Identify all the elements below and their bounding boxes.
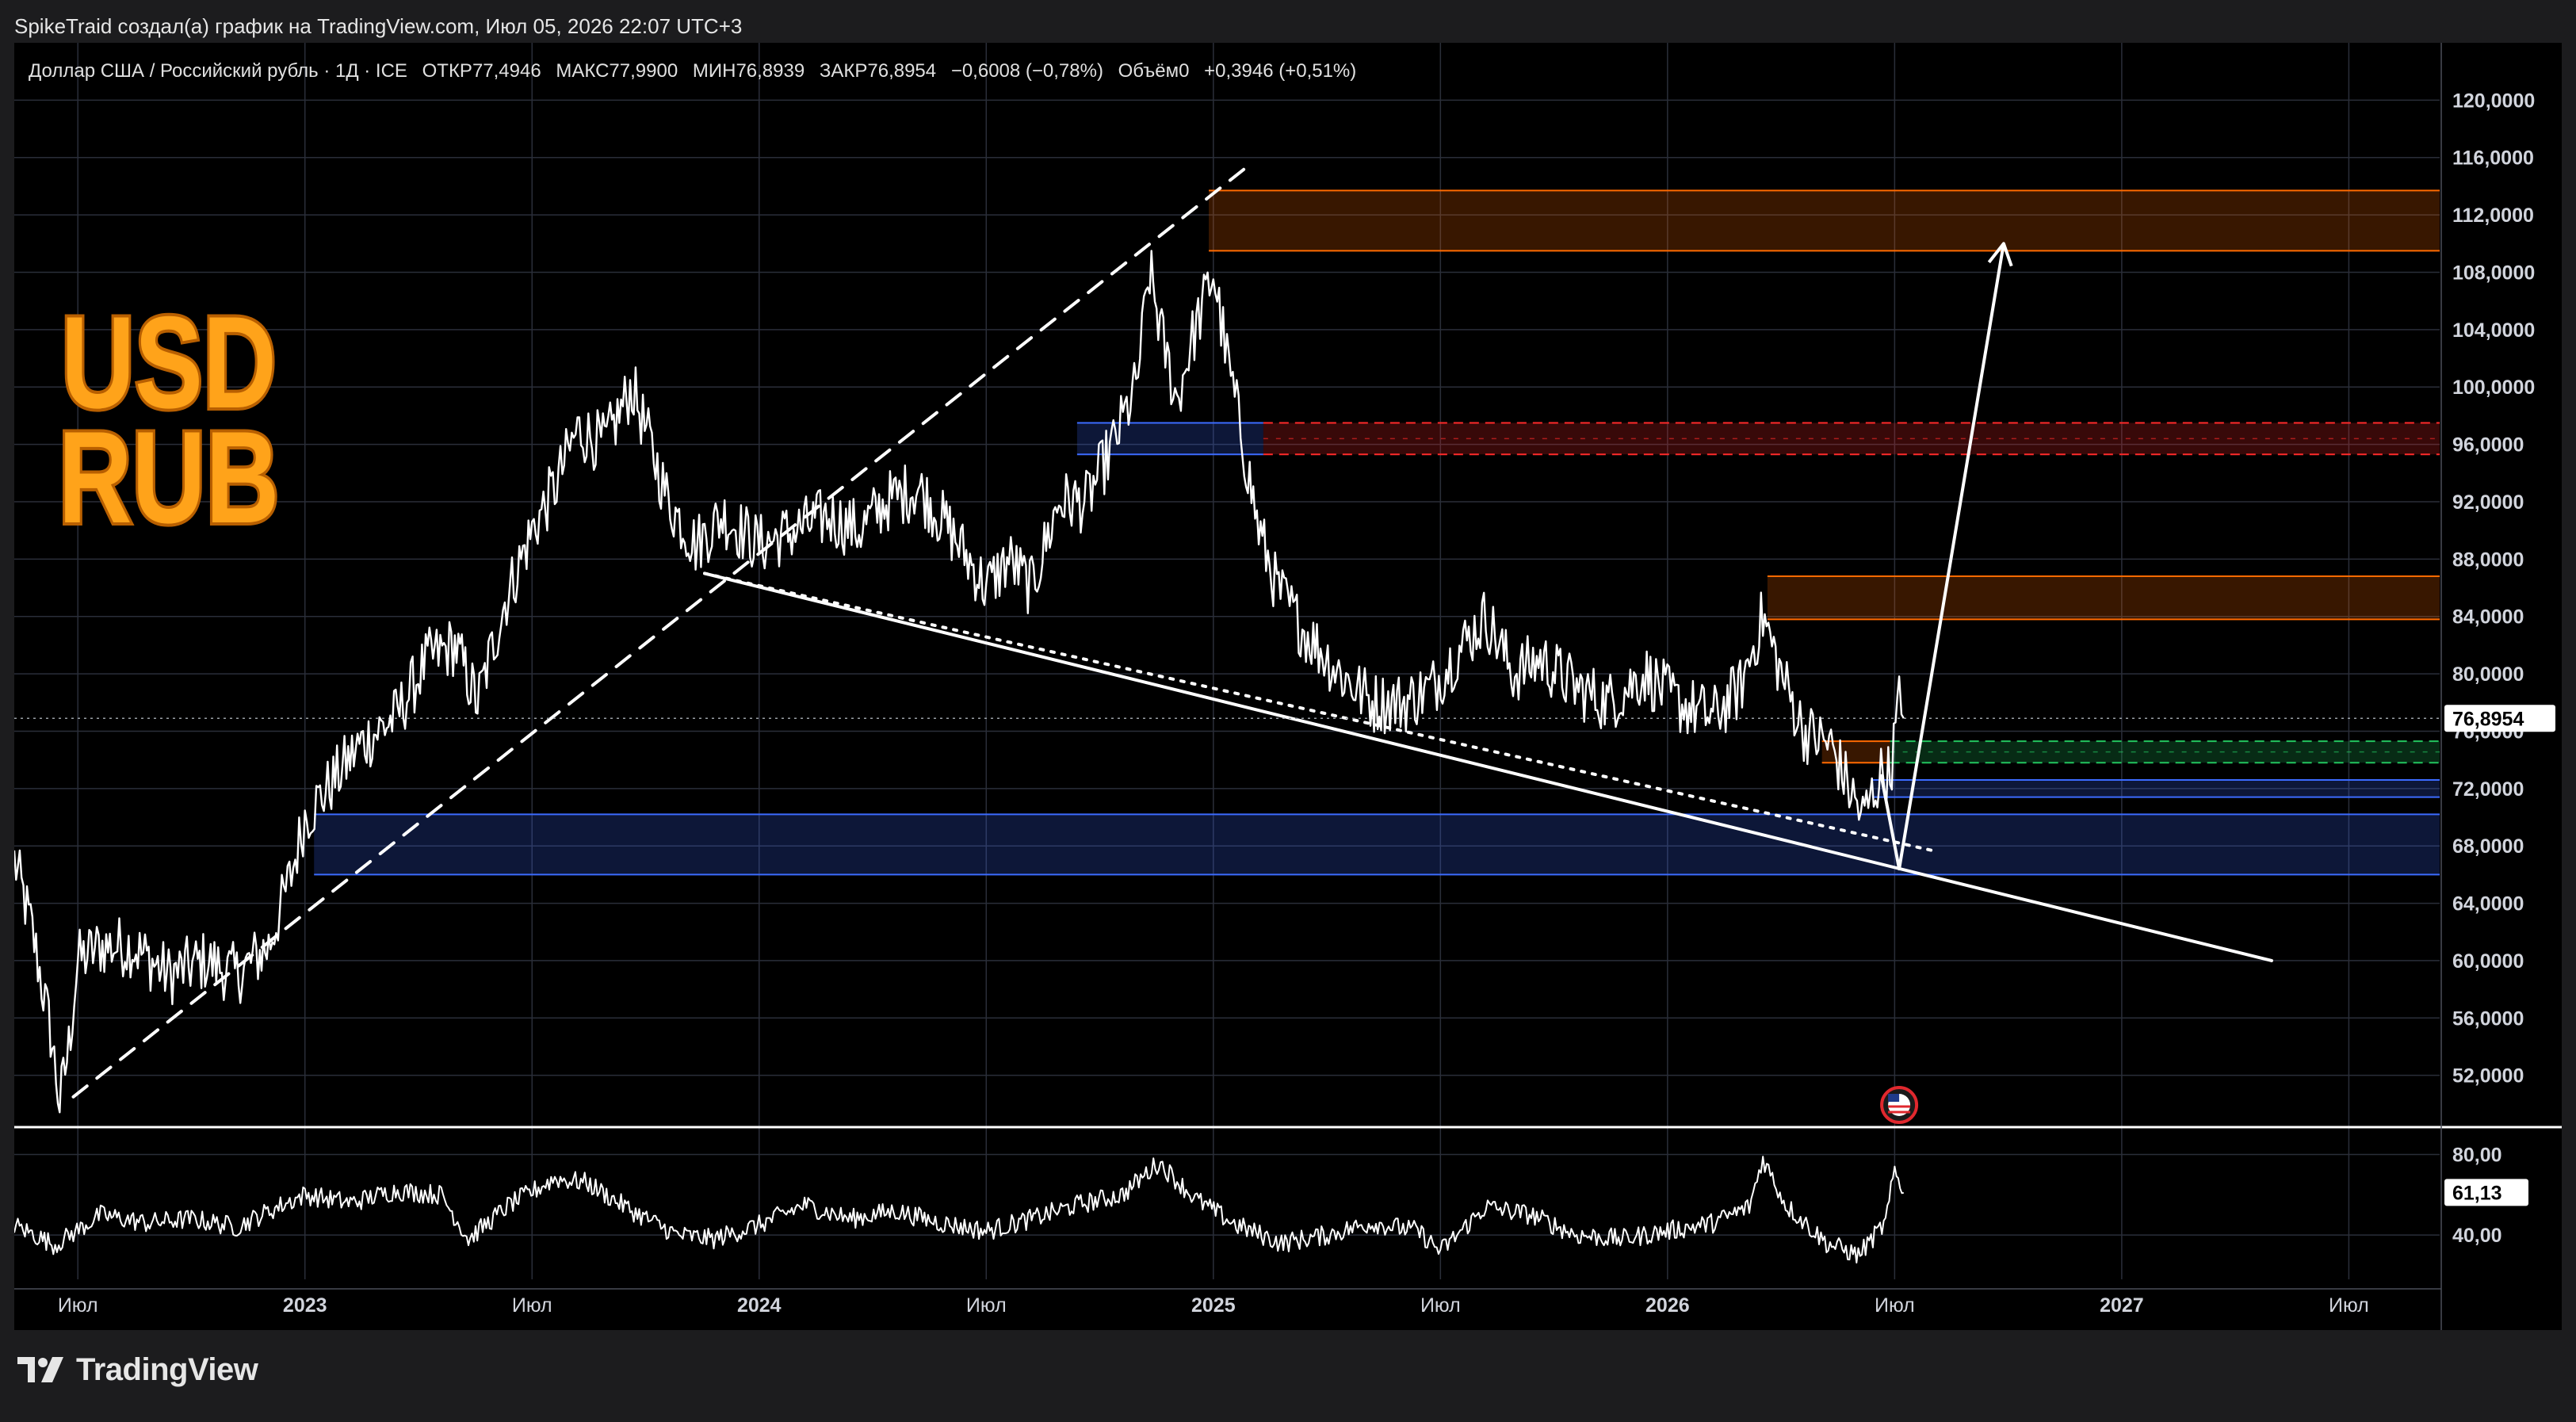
price-zones (314, 189, 2440, 876)
time-tick-label: 2023 (283, 1294, 327, 1317)
legend-low-label: МИН (693, 60, 736, 82)
usdrub-badge: USD RUB (55, 287, 282, 553)
osc-tick-label: 40,00 (2452, 1225, 2502, 1247)
tradingview-brand: TradingView (76, 1352, 258, 1387)
price-tick-label: 80,0000 (2452, 663, 2524, 686)
osc-value-label: 61,13 (2452, 1182, 2502, 1204)
legend-open: 77,4946 (472, 60, 541, 82)
legend-low: 76,8939 (736, 60, 805, 82)
projection-arrow (14, 242, 2562, 1129)
chart-area[interactable]: 52,0000 56,0000 60,0000 64,0000 68,0000 72,00… (14, 43, 2562, 1330)
price-tick-label: 92,0000 (2452, 491, 2524, 514)
time-tick-label: Июл (58, 1294, 98, 1317)
projection-path (1879, 243, 2005, 871)
tradingview-logo-icon (17, 1356, 63, 1382)
time-tick-label: Июл (966, 1294, 1007, 1317)
time-tick-label: 2025 (1191, 1294, 1236, 1317)
time-tick-label: Июл (512, 1294, 552, 1317)
time-tick-label: 2024 (737, 1294, 782, 1317)
legend-symbol: Доллар США / Российский рубль · 1Д · ICE (29, 60, 407, 82)
legend-extra: +0,3946 (+0,51%) (1204, 60, 1356, 82)
price-tick-label: 56,0000 (2452, 1007, 2524, 1030)
trendline-solid (703, 571, 2273, 962)
last-price-label: 76,8954 (2452, 708, 2524, 730)
legend: Доллар США / Российский рубль · 1Д · ICE… (29, 60, 1356, 82)
price-tick-label: 84,0000 (2452, 606, 2524, 629)
legend-high: 77,9900 (609, 60, 678, 82)
price-tick-label: 100,0000 (2452, 377, 2535, 399)
trend-lines (14, 162, 2440, 1099)
legend-volume-label: Объём (1118, 60, 1179, 82)
time-tick-label: 2026 (1645, 1294, 1690, 1317)
price-tick-label: 116,0000 (2452, 147, 2534, 170)
time-tick-label: Июл (2329, 1294, 2369, 1317)
zone-box (314, 814, 2440, 875)
legend-close-label: ЗАКР (820, 60, 868, 82)
price-series-group (14, 250, 1905, 1114)
legend-open-label: ОТКР (422, 60, 472, 82)
chart-svg[interactable]: 52,0000 56,0000 60,0000 64,0000 68,0000 72,00… (14, 43, 2562, 1330)
time-tick-label: Июл (1875, 1294, 1915, 1317)
zone-box (1871, 779, 2440, 797)
oscillator-pane (14, 1156, 1905, 1263)
price-tick-label: 96,0000 (2452, 434, 2524, 457)
legend-close: 76,8954 (867, 60, 936, 82)
zone-box (1767, 576, 2440, 620)
time-tick-label: 2027 (2100, 1294, 2144, 1317)
price-tick-label: 52,0000 (2452, 1065, 2524, 1088)
price-tick-label: 108,0000 (2452, 262, 2535, 284)
flag-canton (1888, 1094, 1900, 1102)
zone-box (1209, 190, 2440, 251)
legend-change: −0,6008 (−0,78%) (951, 60, 1103, 82)
osc-tick-label: 80,00 (2452, 1144, 2502, 1166)
price-tick-label: 88,0000 (2452, 549, 2524, 571)
zone-box (1263, 422, 2440, 455)
badge-line2: RUB (59, 405, 280, 551)
price-tick-label: 68,0000 (2452, 835, 2524, 858)
price-series-line (14, 250, 1905, 1114)
price-tick-label: 72,0000 (2452, 778, 2524, 801)
price-tick-label: 60,0000 (2452, 950, 2524, 973)
price-tick-label: 112,0000 (2452, 205, 2534, 227)
time-tick-label: Июл (1420, 1294, 1461, 1317)
oscillator-line (14, 1156, 1905, 1263)
footer (0, 1330, 2576, 1422)
price-tick-label: 104,0000 (2452, 319, 2535, 342)
legend-high-label: МАКС (556, 60, 609, 82)
attribution-text: SpikeTraid создал(а) график на TradingVi… (14, 14, 743, 38)
price-tick-label: 120,0000 (2452, 90, 2535, 112)
price-tick-label: 64,0000 (2452, 893, 2524, 916)
zone-box (1890, 741, 2440, 763)
legend-volume: 0 (1179, 60, 1189, 82)
tradingview-logo[interactable]: TradingView (17, 1352, 258, 1388)
trendline-dotted (703, 571, 1933, 852)
